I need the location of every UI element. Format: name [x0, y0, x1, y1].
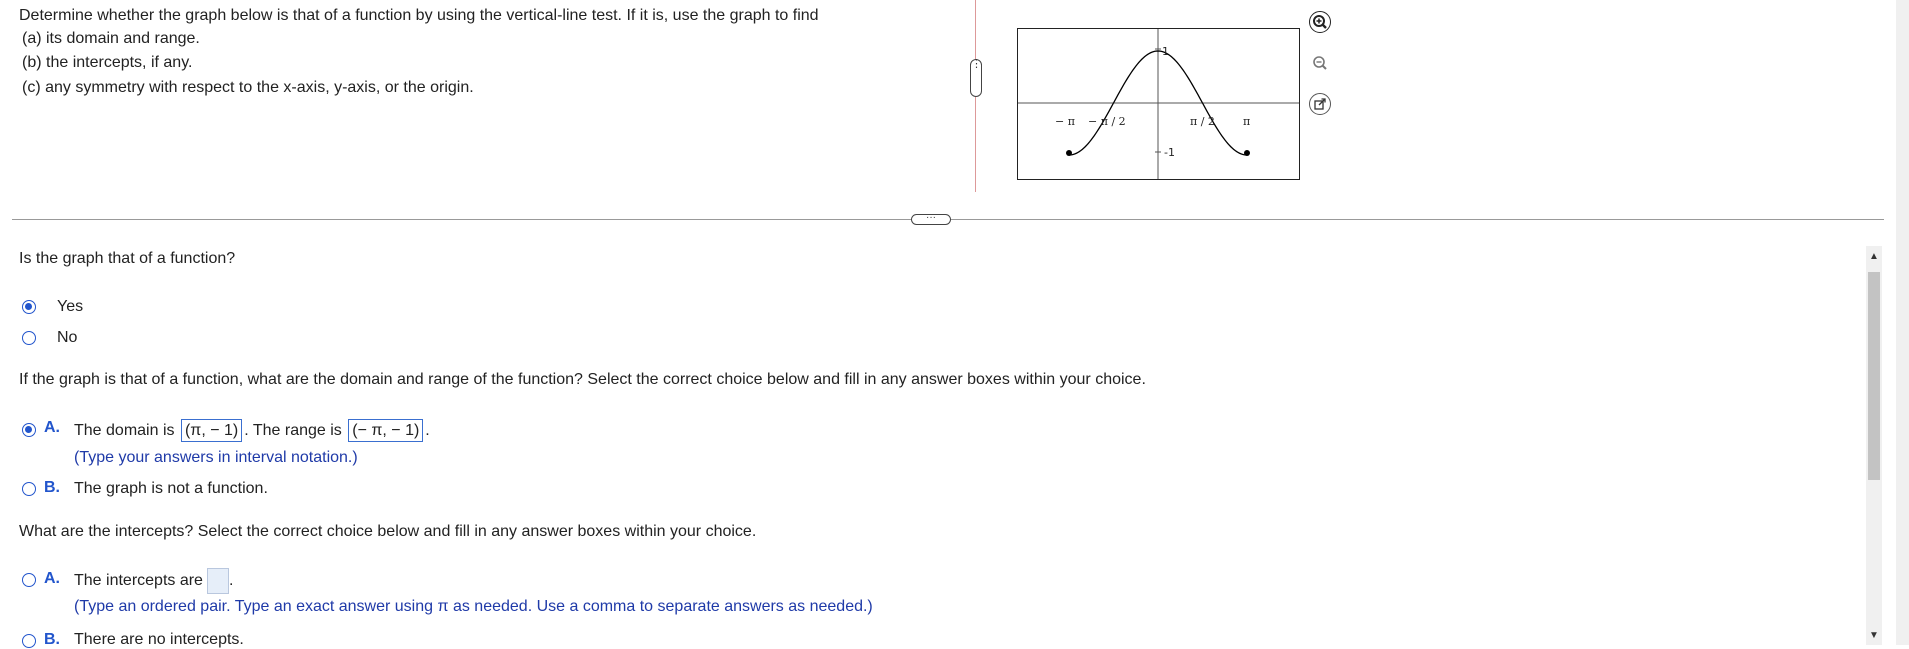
- intercepts-text: The intercepts are: [74, 572, 203, 590]
- part2-prompt: If the graph is that of a function, what…: [19, 371, 1146, 388]
- y-label-neg1: -1: [1164, 146, 1175, 159]
- vertical-splitter-handle[interactable]: ⋮: [970, 58, 982, 97]
- zoom-in-icon: [1309, 11, 1331, 33]
- intercepts-choice-a-letter: A.: [44, 570, 60, 587]
- choice-b-letter: B.: [44, 479, 60, 496]
- scroll-down-arrow[interactable]: ▼: [1868, 630, 1880, 642]
- question-part-a: (a) its domain and range.: [22, 30, 200, 47]
- intercepts-choice-b-text: There are no intercepts.: [74, 631, 244, 648]
- choice-a-letter: A.: [44, 419, 60, 436]
- intercepts-period: .: [228, 572, 234, 590]
- horizontal-splitter-handle[interactable]: ···: [911, 213, 951, 225]
- question-part-c: (c) any symmetry with respect to the x-a…: [22, 79, 474, 96]
- zoom-in-button[interactable]: [1306, 8, 1334, 36]
- popout-button[interactable]: [1306, 90, 1334, 118]
- scrollbar-thumb[interactable]: [1868, 272, 1880, 480]
- intercepts-choice-b-letter: B.: [44, 631, 60, 648]
- zoom-out-button[interactable]: [1306, 49, 1334, 77]
- external-link-icon: [1309, 93, 1331, 115]
- endpoint-right: [1244, 150, 1250, 156]
- question-part-b: (b) the intercepts, if any.: [22, 54, 193, 71]
- intercepts-answer-box[interactable]: [206, 568, 229, 594]
- range-period: .: [425, 422, 430, 439]
- domain-choice-a-row: The domain is (π, − 1). The range is (− …: [74, 419, 430, 442]
- scroll-up-arrow[interactable]: ▲: [1868, 251, 1880, 263]
- domain-hint: (Type your answers in interval notation.…: [74, 449, 358, 466]
- zoom-out-icon: [1313, 56, 1327, 70]
- range-answer-box[interactable]: (− π, − 1): [348, 419, 424, 442]
- range-text: The range is: [252, 422, 342, 439]
- endpoint-left: [1066, 150, 1072, 156]
- part3-prompt: What are the intercepts? Select the corr…: [19, 523, 757, 540]
- radio-domain-choice-a[interactable]: [22, 423, 36, 437]
- option-yes-label[interactable]: Yes: [57, 298, 83, 316]
- radio-domain-choice-b[interactable]: [22, 482, 36, 496]
- radio-no[interactable]: [22, 331, 36, 345]
- radio-intercepts-choice-b[interactable]: [22, 634, 36, 648]
- page-right-edge: [1896, 0, 1909, 645]
- option-no-label[interactable]: No: [57, 329, 77, 347]
- intercepts-hint: (Type an ordered pair. Type an exact ans…: [74, 598, 873, 615]
- domain-text: The domain is: [74, 422, 175, 439]
- intercepts-choice-a-row: The intercepts are.: [74, 568, 233, 594]
- function-graph: − π − π / 2 π / 2 π 1 -1: [1017, 28, 1300, 180]
- part1-prompt: Is the graph that of a function?: [19, 250, 236, 267]
- tick-label-neg-half-pi: − π / 2: [1088, 115, 1126, 128]
- question-intro: Determine whether the graph below is tha…: [19, 7, 819, 24]
- domain-answer-box[interactable]: (π, − 1): [180, 419, 243, 442]
- domain-choice-b-text: The graph is not a function.: [74, 480, 268, 497]
- radio-yes[interactable]: [22, 300, 36, 314]
- tick-label-neg-pi: − π: [1055, 115, 1075, 128]
- radio-intercepts-choice-a[interactable]: [22, 573, 36, 587]
- domain-period: .: [244, 422, 249, 439]
- tick-label-half-pi: π / 2: [1190, 115, 1215, 128]
- tick-label-pi: π: [1243, 115, 1250, 128]
- y-label-1: 1: [1162, 45, 1169, 58]
- graph-svg: − π − π / 2 π / 2 π 1 -1: [1018, 29, 1299, 179]
